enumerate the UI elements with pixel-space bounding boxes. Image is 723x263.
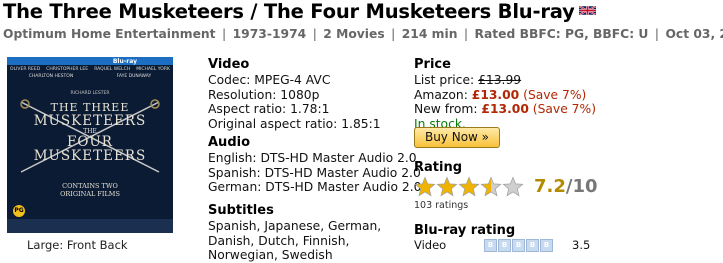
uk-flag-icon: [578, 5, 596, 16]
cast-name: MICHAEL YORK: [136, 67, 170, 72]
new-from-price[interactable]: New from: £13.00 (Save 7%): [414, 102, 596, 116]
buy-now-button[interactable]: Buy Now »: [414, 127, 500, 148]
rating-heading: Rating: [414, 160, 463, 175]
amazon-save: (Save 7%): [523, 87, 587, 102]
bluray-band: Blu-ray: [7, 57, 173, 65]
cover-title: THE THREE MUSKETEERS THE FOUR MUSKETEERS: [7, 101, 173, 163]
cover-front-link[interactable]: Front: [67, 238, 96, 252]
separator: |: [390, 27, 396, 41]
cast-names: OLIVER REED CHRISTOPHER LEE RAQUEL WELCH…: [7, 67, 173, 72]
audio-track: Spanish: DTS-HD Master Audio 2.0: [208, 165, 421, 180]
list-price-label: List price:: [414, 73, 475, 88]
rating-box-icon: B: [484, 239, 497, 252]
movie-count: 2 Movies: [323, 27, 385, 41]
cast-names-2: CHARLTON HESTON FAYE DUNAWAY: [7, 74, 173, 79]
video-section: Video Codec: MPEG-4 AVC Resolution: 1080…: [208, 57, 381, 131]
star-icon[interactable]: [480, 176, 502, 198]
release-date[interactable]: Oct 03, 2011: [665, 27, 723, 41]
cast-name: CHRISTOPHER LEE: [46, 67, 89, 72]
cover-caption: Large: Front Back: [27, 238, 128, 252]
rating-max: /10: [565, 176, 598, 197]
cover-title-line: FOUR: [67, 134, 113, 150]
release-meta: Optimum Home Entertainment | 1973-1974 |…: [3, 27, 723, 41]
cover-title-line: MUSKETEERS: [33, 148, 147, 164]
bluray-rating-boxes: BBBBB: [484, 239, 554, 252]
price-heading: Price: [414, 57, 451, 72]
band-label: Blu-ray: [112, 58, 137, 65]
audio-track: German: DTS-HD Master Audio 2.0: [208, 180, 422, 195]
amazon-price-value: £13.00: [471, 87, 520, 102]
separator: |: [221, 27, 227, 41]
cover-back-link[interactable]: Back: [100, 238, 128, 252]
amazon-price[interactable]: Amazon: £13.00 (Save 7%): [414, 88, 596, 102]
age-rating: Rated BBFC: PG, BBFC: U: [474, 27, 649, 41]
rating-box-icon: B: [498, 239, 511, 252]
new-from-value: £13.00: [481, 102, 529, 117]
audio-section: Audio English: DTS-HD Master Audio 2.0 S…: [208, 135, 422, 195]
price-section: Price List price: £13.99 Amazon: £13.00 …: [414, 57, 596, 131]
runtime: 214 min: [401, 27, 458, 41]
amazon-label: Amazon:: [414, 87, 468, 102]
bluray-rating-label: Video: [414, 238, 447, 252]
subtitles-list: Spanish, Japanese, German, Danish, Dutch…: [208, 219, 382, 263]
list-price: List price: £13.99: [414, 73, 596, 87]
audio-track: English: DTS-HD Master Audio 2.0: [208, 151, 417, 166]
subtitles-heading: Subtitles: [208, 203, 274, 218]
title-text: The Three Musketeers / The Four Musketee…: [3, 0, 575, 23]
cast-name: FAYE DUNAWAY: [116, 74, 152, 79]
rating-box-icon: B: [540, 239, 553, 252]
video-original-aspect: Original aspect ratio: 1.85:1: [208, 116, 381, 131]
new-from-label: New from:: [414, 102, 478, 117]
new-from-save: (Save 7%): [532, 102, 596, 117]
cover-bottom-band: [7, 219, 173, 233]
audio-heading: Audio: [208, 135, 251, 150]
bluray-rating-value: 3.5: [572, 238, 591, 252]
rating-box-icon: B: [526, 239, 539, 252]
star-icon[interactable]: [414, 176, 436, 198]
years: 1973-1974: [232, 27, 307, 41]
separator: |: [463, 27, 469, 41]
contains-line: ORIGINAL FILMS: [60, 190, 120, 198]
video-resolution: Resolution: 1080p: [208, 87, 320, 102]
contains-text: CONTAINS TWO ORIGINAL FILMS: [7, 182, 173, 198]
cover-image[interactable]: Blu-ray OLIVER REED CHRISTOPHER LEE RAQU…: [7, 57, 173, 233]
rating-score: 7.2/10: [534, 176, 598, 197]
video-heading: Video: [208, 57, 250, 72]
rating-stars[interactable]: [414, 176, 524, 198]
cast-name: OLIVER REED: [10, 67, 41, 72]
studio-link[interactable]: Optimum Home Entertainment: [3, 27, 216, 41]
separator: |: [654, 27, 660, 41]
page-title: The Three Musketeers / The Four Musketee…: [3, 0, 596, 23]
cast-name: RAQUEL WELCH: [94, 67, 131, 72]
rating-value: 7.2: [534, 176, 566, 197]
star-icon[interactable]: [436, 176, 458, 198]
bbfc-cert-badge: PG: [13, 205, 25, 217]
caption-large-label: Large:: [27, 238, 64, 252]
director-credit: RICHARD LESTER: [70, 91, 110, 96]
star-icon[interactable]: [502, 176, 524, 198]
cast-name: CHARLTON HESTON: [28, 74, 74, 79]
bluray-rating-heading: Blu-ray rating: [414, 223, 516, 238]
rating-box-icon: B: [512, 239, 525, 252]
subtitles-section: Subtitles Spanish, Japanese, German, Dan…: [208, 203, 413, 263]
cover-title-line: MUSKETEERS: [33, 113, 147, 129]
video-codec: Codec: MPEG-4 AVC: [208, 73, 331, 88]
video-aspect: Aspect ratio: 1.78:1: [208, 102, 330, 117]
ratings-count[interactable]: 103 ratings: [414, 200, 468, 211]
star-icon[interactable]: [458, 176, 480, 198]
contains-line: CONTAINS TWO: [62, 182, 118, 190]
list-price-value: £13.99: [478, 73, 522, 88]
separator: |: [312, 27, 317, 41]
